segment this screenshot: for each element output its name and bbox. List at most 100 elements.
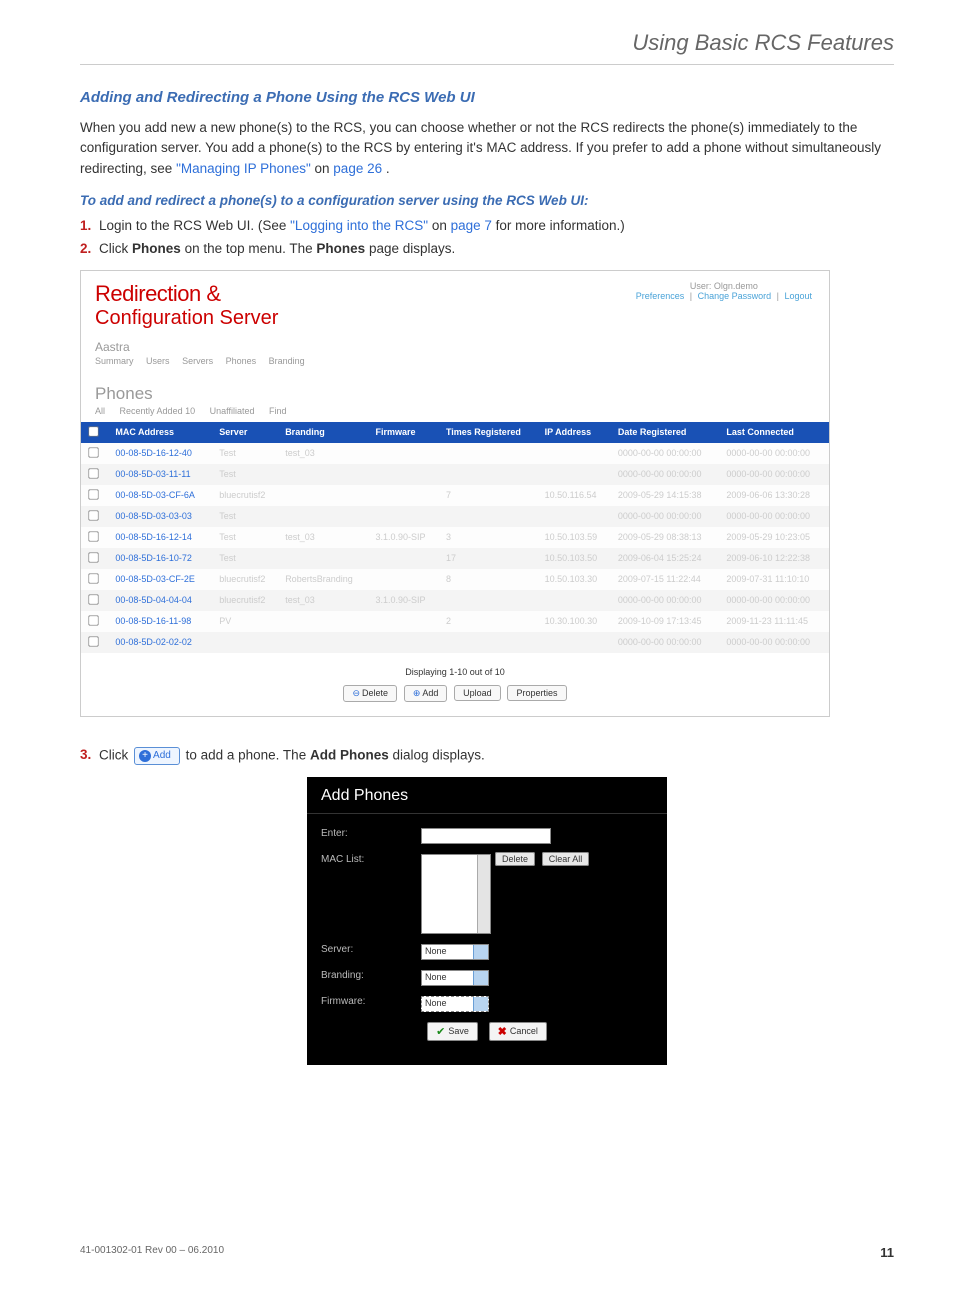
cell-mac[interactable]: 00-08-5D-16-10-72	[109, 548, 213, 569]
cell-times	[440, 632, 539, 653]
cell-server: bluecrutisf2	[213, 569, 279, 590]
cell-mac[interactable]: 00-08-5D-04-04-04	[109, 590, 213, 611]
nav-branding[interactable]: Branding	[269, 356, 305, 366]
chapter-title: Using Basic RCS Features	[80, 30, 894, 56]
save-button[interactable]: ✔Save	[427, 1022, 478, 1041]
nav-phones[interactable]: Phones	[226, 356, 257, 366]
row-checkbox[interactable]	[81, 506, 109, 527]
col-server[interactable]: Server	[213, 422, 279, 443]
step-1: 1. Login to the RCS Web UI. (See "Loggin…	[80, 218, 894, 233]
link-page-26[interactable]: page 26	[333, 161, 382, 176]
cell-mac[interactable]: 00-08-5D-03-CF-2E	[109, 569, 213, 590]
cell-mac[interactable]: 00-08-5D-03-CF-6A	[109, 485, 213, 506]
row-checkbox[interactable]	[81, 464, 109, 485]
text: on	[315, 161, 334, 176]
cell-ip	[539, 506, 612, 527]
table-row: 00-08-5D-16-12-14Testtest_033.1.0.90-SIP…	[81, 527, 829, 548]
col-registered[interactable]: Date Registered	[612, 422, 721, 443]
col-connected[interactable]: Last Connected	[720, 422, 829, 443]
cell-registered: 0000-00-00 00:00:00	[612, 506, 721, 527]
cell-server: Test	[213, 443, 279, 464]
cell-mac[interactable]: 00-08-5D-02-02-02	[109, 632, 213, 653]
select-all-checkbox[interactable]	[81, 422, 109, 443]
nav-users[interactable]: Users	[146, 356, 170, 366]
add-button[interactable]: Add	[404, 685, 448, 702]
row-checkbox[interactable]	[81, 611, 109, 632]
tab-unaffiliated[interactable]: Unaffiliated	[210, 406, 255, 416]
cell-ip	[539, 632, 612, 653]
cell-mac[interactable]: 00-08-5D-16-12-40	[109, 443, 213, 464]
tab-all[interactable]: All	[95, 406, 105, 416]
properties-button[interactable]: Properties	[507, 685, 566, 701]
cell-branding	[279, 632, 369, 653]
upload-button[interactable]: Upload	[454, 685, 501, 701]
row-checkbox[interactable]	[81, 548, 109, 569]
delete-button[interactable]: Delete	[343, 685, 397, 702]
row-checkbox[interactable]	[81, 590, 109, 611]
table-row: 00-08-5D-04-04-04bluecrutisf2test_033.1.…	[81, 590, 829, 611]
link-logging-into-rcs[interactable]: "Logging into the RCS"	[290, 218, 428, 233]
cell-mac[interactable]: 00-08-5D-03-03-03	[109, 506, 213, 527]
row-checkbox[interactable]	[81, 632, 109, 653]
cell-registered: 0000-00-00 00:00:00	[612, 632, 721, 653]
cell-connected: 0000-00-00 00:00:00	[720, 590, 829, 611]
link-page-7[interactable]: page 7	[451, 218, 492, 233]
text-bold: Phones	[132, 241, 181, 256]
branding-select[interactable]: None	[421, 970, 489, 986]
cell-mac[interactable]: 00-08-5D-16-11-98	[109, 611, 213, 632]
cancel-button[interactable]: ✖Cancel	[489, 1022, 547, 1041]
cell-connected: 2009-06-06 13:30:28	[720, 485, 829, 506]
maclist-box[interactable]	[421, 854, 491, 934]
cell-server: bluecrutisf2	[213, 485, 279, 506]
section-heading: Adding and Redirecting a Phone Using the…	[80, 89, 894, 106]
cell-times	[440, 443, 539, 464]
save-label: Save	[448, 1026, 469, 1036]
nav-summary[interactable]: Summary	[95, 356, 134, 366]
cell-ip	[539, 590, 612, 611]
user-label: User: Olgn.demo	[633, 281, 815, 291]
server-label: Server:	[321, 944, 421, 955]
enter-input[interactable]	[421, 828, 551, 844]
cell-registered: 0000-00-00 00:00:00	[612, 590, 721, 611]
row-checkbox[interactable]	[81, 485, 109, 506]
cell-registered: 2009-10-09 17:13:45	[612, 611, 721, 632]
step-number: 1.	[80, 218, 91, 233]
col-ip[interactable]: IP Address	[539, 422, 612, 443]
tab-find[interactable]: Find	[269, 406, 287, 416]
server-select[interactable]: None	[421, 944, 489, 960]
cell-branding	[279, 506, 369, 527]
link-preferences[interactable]: Preferences	[636, 291, 685, 301]
cell-connected: 2009-07-31 11:10:10	[720, 569, 829, 590]
col-branding[interactable]: Branding	[279, 422, 369, 443]
cell-firmware	[370, 548, 440, 569]
col-times[interactable]: Times Registered	[440, 422, 539, 443]
cell-registered: 2009-05-29 14:15:38	[612, 485, 721, 506]
col-firmware[interactable]: Firmware	[370, 422, 440, 443]
maclist-delete-button[interactable]: Delete	[495, 852, 535, 866]
link-managing-ip-phones[interactable]: "Managing IP Phones"	[176, 161, 311, 176]
cell-ip	[539, 443, 612, 464]
firmware-label: Firmware:	[321, 996, 421, 1007]
row-checkbox[interactable]	[81, 527, 109, 548]
firmware-select[interactable]: None	[421, 996, 489, 1012]
cell-firmware	[370, 443, 440, 464]
cell-connected: 0000-00-00 00:00:00	[720, 506, 829, 527]
row-checkbox[interactable]	[81, 569, 109, 590]
nav-servers[interactable]: Servers	[182, 356, 213, 366]
tab-recent[interactable]: Recently Added 10	[120, 406, 196, 416]
cell-ip: 10.50.103.30	[539, 569, 612, 590]
link-change-password[interactable]: Change Password	[698, 291, 772, 301]
cell-connected: 0000-00-00 00:00:00	[720, 632, 829, 653]
row-checkbox[interactable]	[81, 443, 109, 464]
cell-branding	[279, 485, 369, 506]
maclist-clearall-button[interactable]: Clear All	[542, 852, 590, 866]
link-logout[interactable]: Logout	[784, 291, 812, 301]
cell-server: Test	[213, 506, 279, 527]
cell-branding: test_03	[279, 527, 369, 548]
table-row: 00-08-5D-02-02-02 0000-00-00 00:00:000000…	[81, 632, 829, 653]
cell-registered: 2009-07-15 11:22:44	[612, 569, 721, 590]
cell-mac[interactable]: 00-08-5D-16-12-14	[109, 527, 213, 548]
inline-add-button[interactable]: +Add	[134, 747, 180, 765]
cell-mac[interactable]: 00-08-5D-03-11-11	[109, 464, 213, 485]
col-mac[interactable]: MAC Address	[109, 422, 213, 443]
